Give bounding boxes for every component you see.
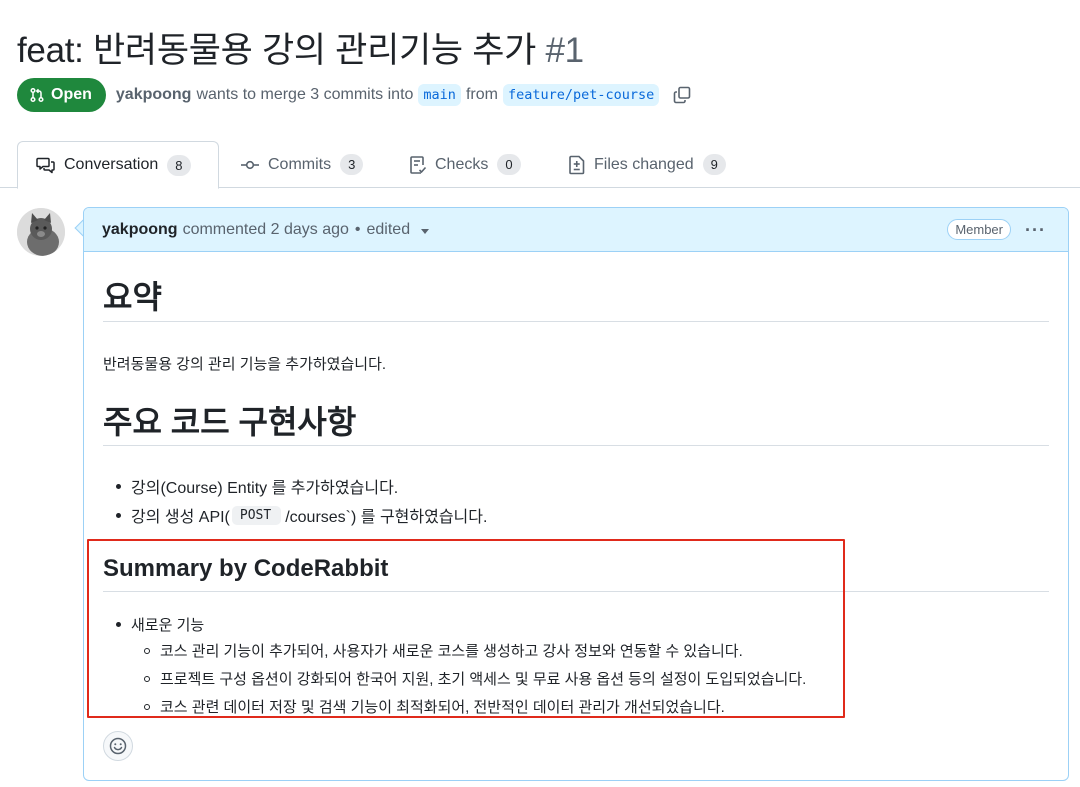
tab-commits[interactable]: Commits 3 bbox=[240, 141, 364, 188]
heading-divider bbox=[103, 445, 1049, 446]
member-badge: Member bbox=[947, 219, 1011, 240]
copy-icon bbox=[673, 86, 691, 103]
comment-discussion-icon bbox=[36, 157, 55, 174]
tab-conversation[interactable]: Conversation 8 bbox=[17, 141, 219, 189]
tab-files-changed[interactable]: Files changed 9 bbox=[568, 141, 726, 188]
tab-files-changed-label: Files changed bbox=[594, 155, 694, 173]
add-reaction-button[interactable] bbox=[103, 731, 133, 761]
summary-heading: 요약 bbox=[103, 279, 162, 315]
edited-label: edited bbox=[366, 220, 411, 238]
pr-author-link[interactable]: yakpoong bbox=[116, 86, 192, 104]
tab-checks[interactable]: Checks 0 bbox=[409, 141, 521, 188]
pr-title: feat: 반려동물용 강의 관리기능 추가 #1 bbox=[17, 22, 584, 73]
tab-checks-count: 0 bbox=[497, 154, 521, 175]
file-diff-icon bbox=[569, 155, 585, 174]
list-item: 강의 생성 API( POST /courses`) 를 구현하였습니다. bbox=[116, 503, 487, 527]
tab-commits-label: Commits bbox=[268, 155, 332, 173]
comment-header: yakpoong commented 2 days ago • edited M… bbox=[84, 208, 1068, 252]
comment-options-button[interactable]: ··· bbox=[1025, 220, 1046, 241]
pr-title-text: feat: 반려동물용 강의 관리기능 추가 bbox=[17, 31, 537, 70]
comment-timestamp[interactable]: commented 2 days ago bbox=[183, 221, 349, 239]
open-state-label: Open bbox=[51, 85, 92, 103]
base-branch[interactable]: main bbox=[418, 83, 461, 106]
pr-tab-bar: Conversation 8 Commits 3 Checks 0 Files … bbox=[0, 141, 1080, 189]
tab-files-changed-count: 9 bbox=[702, 154, 726, 175]
tab-checks-label: Checks bbox=[435, 155, 489, 173]
tab-conversation-label: Conversation bbox=[64, 156, 159, 173]
implementation-heading: 주요 코드 구현사항 bbox=[103, 404, 357, 440]
list-item: 강의(Course) Entity 를 추가하였습니다. bbox=[116, 474, 398, 498]
edited-dropdown[interactable]: edited bbox=[367, 221, 429, 239]
smiley-icon bbox=[109, 737, 127, 755]
pr-state-row: Open yakpoong wants to merge 3 commits i… bbox=[17, 77, 692, 112]
bullet bbox=[116, 512, 121, 518]
caret-down-icon bbox=[420, 228, 429, 234]
copy-branch-button[interactable] bbox=[672, 85, 692, 105]
git-commit-icon bbox=[241, 160, 259, 169]
separator-dot: • bbox=[354, 220, 361, 238]
head-branch[interactable]: feature/pet-course bbox=[502, 83, 660, 106]
pr-number[interactable]: #1 bbox=[545, 31, 584, 70]
pr-merge-info: yakpoong wants to merge 3 commits into m… bbox=[116, 83, 692, 106]
avatar[interactable] bbox=[17, 208, 65, 256]
bullet bbox=[116, 483, 121, 489]
inline-code: POST bbox=[231, 505, 282, 525]
highlight-box bbox=[87, 539, 845, 718]
list-item-text-tail: /courses`) 를 구현하였습니다. bbox=[285, 509, 488, 526]
open-state-badge: Open bbox=[17, 77, 106, 112]
cat-avatar-icon bbox=[17, 208, 65, 256]
git-pull-request-icon bbox=[30, 87, 44, 102]
from-text: from bbox=[465, 85, 498, 103]
tab-conversation-count: 8 bbox=[167, 154, 191, 176]
checklist-icon bbox=[410, 155, 427, 174]
merge-description: wants to merge 3 commits into bbox=[196, 85, 414, 103]
summary-paragraph: 반려동물용 강의 관리 기능을 추가하였습니다. bbox=[103, 356, 387, 373]
list-item-text: 강의(Course) Entity 를 추가하였습니다. bbox=[131, 480, 399, 497]
tab-commits-count: 3 bbox=[340, 154, 364, 175]
heading-divider bbox=[103, 321, 1049, 322]
list-item-text: 강의 생성 API( bbox=[131, 509, 230, 526]
comment-author-link[interactable]: yakpoong bbox=[102, 221, 178, 239]
